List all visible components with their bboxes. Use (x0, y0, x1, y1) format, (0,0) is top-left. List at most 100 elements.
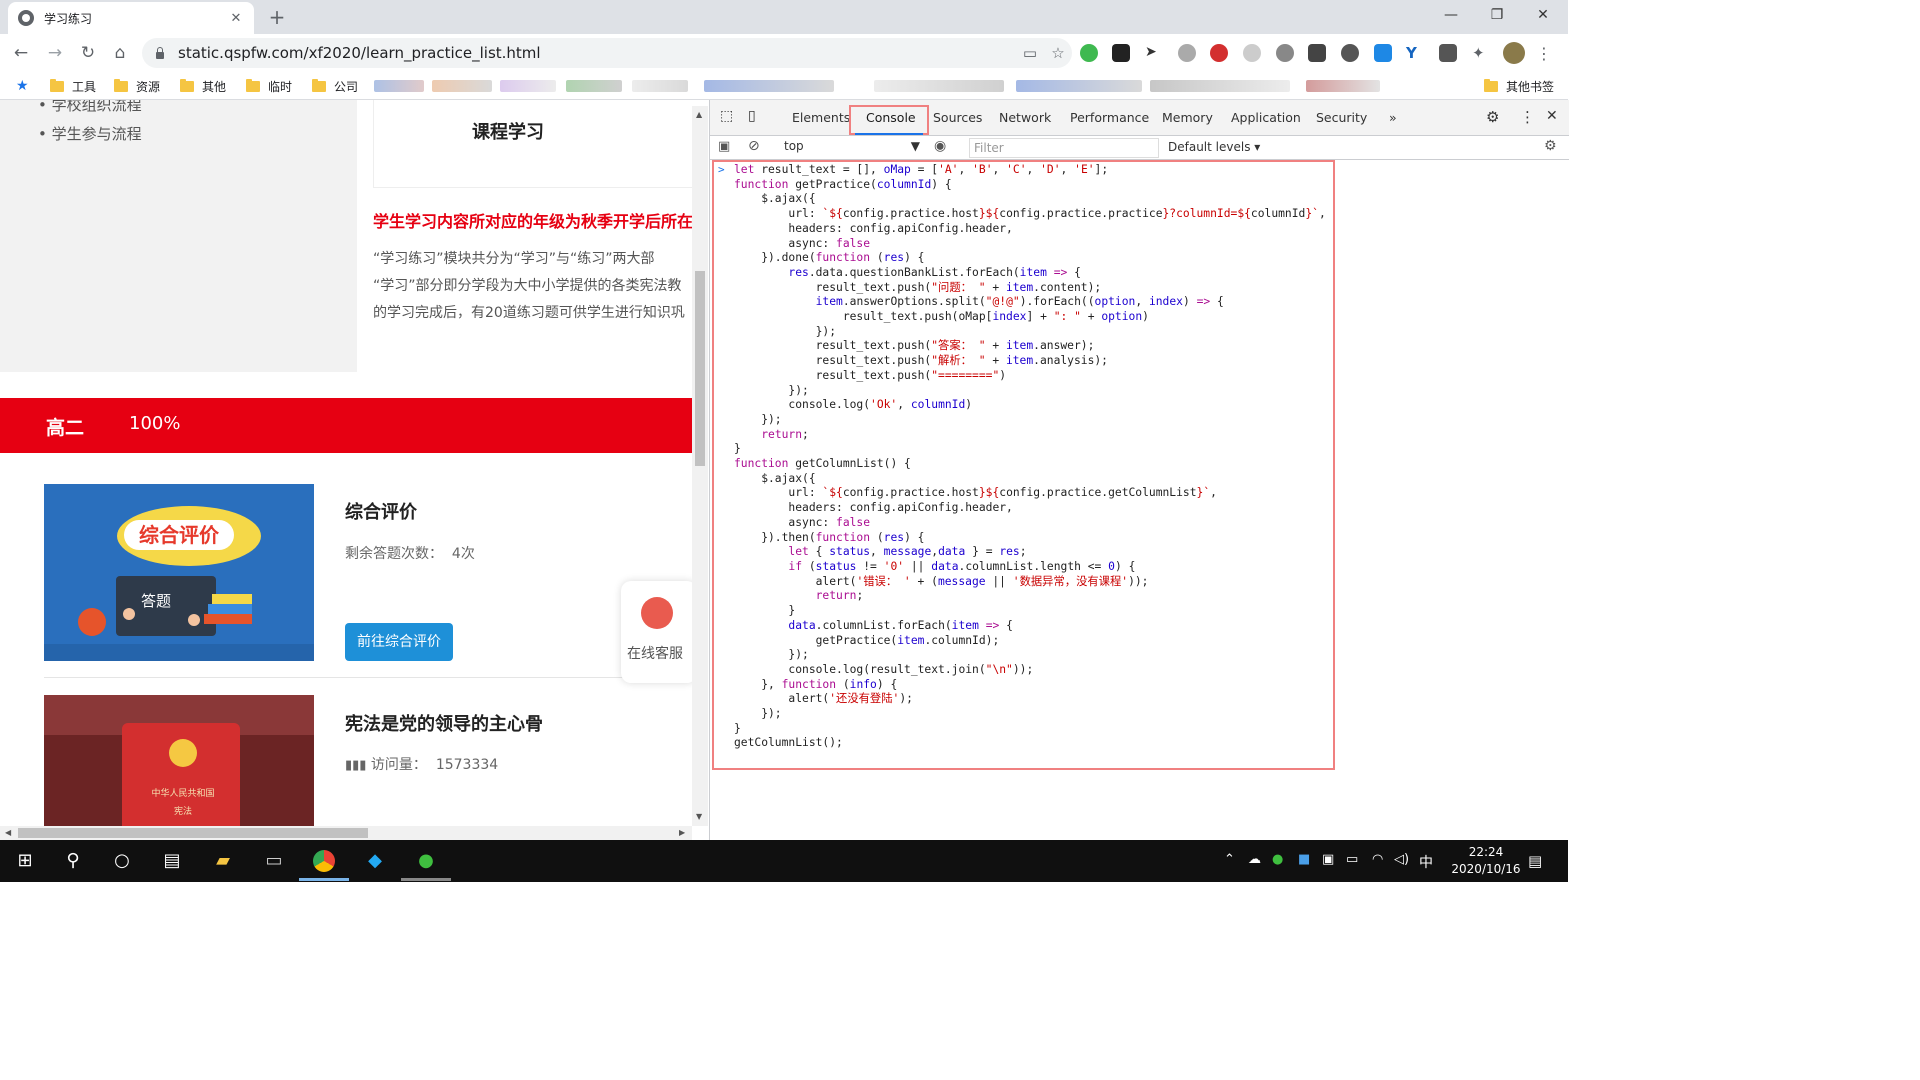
inspect-element-icon[interactable]: ⬚ (720, 108, 733, 124)
file-explorer-icon[interactable]: ▰ (210, 848, 236, 874)
scroll-down-arrow[interactable]: ▼ (696, 812, 702, 821)
more-tabs-button[interactable]: » (1389, 110, 1397, 125)
restore-button[interactable]: ❐ (1474, 0, 1520, 30)
context-selector[interactable]: top ▼ (784, 139, 920, 157)
scrollbar-thumb[interactable] (18, 828, 368, 838)
blurred-bookmark[interactable] (1016, 80, 1142, 92)
page-vertical-scrollbar[interactable]: ▲ ▼ (692, 106, 708, 826)
puzzle-extensions-icon[interactable]: ✦ (1472, 44, 1490, 62)
scroll-up-arrow[interactable]: ▲ (696, 110, 702, 119)
adblock-plus-icon[interactable] (1210, 44, 1228, 62)
tray-app-icon[interactable]: ■ (1298, 852, 1310, 867)
bookmark-folder[interactable]: 资源 (114, 77, 160, 95)
sidebar-toggle-icon[interactable]: ▣ (718, 139, 730, 154)
clear-console-icon[interactable]: ⊘ (748, 138, 760, 154)
vscode-icon[interactable]: ◆ (362, 848, 388, 874)
tab-performance[interactable]: Performance (1070, 110, 1149, 125)
tray-app-icon[interactable]: ▣ (1322, 852, 1334, 867)
wechat-tray-icon[interactable]: ● (1272, 852, 1283, 867)
address-bar[interactable]: static.qspfw.com/xf2020/learn_practice_l… (142, 38, 1072, 68)
terminal-icon[interactable]: ▭ (261, 848, 287, 874)
item-title[interactable]: 综合评价 (345, 498, 417, 524)
scrollbar-thumb[interactable] (695, 271, 705, 466)
reload-button[interactable]: ↻ (77, 42, 99, 64)
task-view-icon[interactable]: ▤ (159, 848, 185, 874)
console-filter-input[interactable]: Filter (969, 138, 1159, 158)
scroll-left-arrow[interactable]: ◀ (5, 828, 11, 837)
extension-icon[interactable] (1112, 44, 1130, 62)
item-title[interactable]: 宪法是党的领导的主心骨 (345, 710, 543, 736)
lock-icon[interactable] (154, 47, 166, 59)
device-toolbar-icon[interactable]: ▯ (748, 108, 756, 124)
qr-code-icon[interactable] (1308, 44, 1326, 62)
tab-elements[interactable]: Elements (792, 110, 850, 125)
clock[interactable]: 22:24 2020/10/16 (1446, 844, 1526, 878)
online-service-widget[interactable]: 在线客服 (621, 581, 692, 683)
blurred-bookmark[interactable] (500, 80, 556, 92)
onedrive-icon[interactable]: ☁ (1248, 852, 1261, 867)
tray-expand-icon[interactable]: ⌃ (1224, 852, 1235, 867)
bookmark-folder[interactable]: 其他 (180, 77, 226, 95)
home-button[interactable]: ⌂ (109, 42, 131, 64)
avatar[interactable] (1503, 42, 1525, 64)
chrome-icon[interactable] (311, 848, 337, 874)
menu-kebab-icon[interactable]: ⋮ (1536, 44, 1554, 63)
eye-icon[interactable]: ◉ (934, 138, 946, 154)
bookmark-folder[interactable]: 公司 (312, 77, 358, 95)
tab-network[interactable]: Network (999, 110, 1051, 125)
bookmark-folder[interactable]: 临时 (246, 77, 292, 95)
windows-start-icon[interactable]: ⊞ (12, 848, 38, 874)
extension-icon[interactable] (1341, 44, 1359, 62)
bookmark-folder[interactable]: 工具 (50, 77, 96, 95)
wifi-icon[interactable]: ◠ (1372, 852, 1383, 867)
console-code[interactable]: let result_text = [], oMap = ['A', 'B', … (734, 163, 1326, 751)
wechat-icon[interactable]: ● (413, 848, 439, 874)
go-evaluation-button[interactable]: 前往综合评价 (345, 623, 453, 661)
page-horizontal-scrollbar[interactable]: ◀ ▶ (0, 826, 692, 840)
blurred-bookmark[interactable] (874, 80, 1004, 92)
settings-gear-icon[interactable]: ⚙ (1486, 108, 1499, 126)
scroll-right-arrow[interactable]: ▶ (679, 828, 685, 837)
tab-application[interactable]: Application (1231, 110, 1301, 125)
tab-sources[interactable]: Sources (933, 110, 982, 125)
forward-button[interactable]: → (44, 42, 66, 64)
blurred-bookmark[interactable] (1306, 80, 1380, 92)
extension-icon[interactable] (1276, 44, 1294, 62)
blurred-bookmark[interactable] (566, 80, 622, 92)
bookmark-star-icon[interactable]: ☆ (1044, 44, 1072, 62)
notification-center-icon[interactable]: ▤ (1528, 852, 1542, 870)
search-icon[interactable]: ⚲ (60, 848, 86, 874)
cortana-icon[interactable]: ○ (109, 848, 135, 874)
tab-learn-practice[interactable]: 学习练习 ✕ (8, 2, 254, 34)
tab-security[interactable]: Security (1316, 110, 1367, 125)
extension-icon[interactable] (1080, 44, 1098, 62)
blurred-bookmark[interactable] (1150, 80, 1290, 92)
sidebar-item-student-process[interactable]: • 学生参与流程 (38, 123, 142, 144)
close-tab-icon[interactable]: ✕ (228, 11, 244, 26)
tab-memory[interactable]: Memory (1162, 110, 1213, 125)
blurred-bookmark[interactable] (704, 80, 834, 92)
bookmark-star-icon[interactable]: ★ (16, 77, 29, 95)
cast-icon[interactable]: ▭ (1016, 44, 1044, 62)
console-settings-gear-icon[interactable]: ⚙ (1544, 138, 1557, 154)
send-extension-icon[interactable]: ➤ (1145, 44, 1163, 62)
close-window-button[interactable]: ✕ (1520, 0, 1566, 30)
battery-icon[interactable]: ▭ (1346, 852, 1358, 867)
blurred-bookmark[interactable] (632, 80, 688, 92)
extension-icon[interactable] (1178, 44, 1196, 62)
minimize-button[interactable]: — (1428, 0, 1474, 30)
ime-indicator[interactable]: 中 (1419, 852, 1433, 872)
blurred-bookmark[interactable] (374, 80, 424, 92)
back-button[interactable]: ← (10, 42, 32, 64)
menu-kebab-icon[interactable]: ⋮ (1520, 108, 1535, 126)
constitution-thumbnail[interactable]: 中华人民共和国 宪法 (44, 695, 314, 826)
sidebar-item-school-process[interactable]: • 学校组织流程 (38, 100, 142, 115)
log-levels-dropdown[interactable]: Default levels ▾ (1168, 140, 1260, 154)
new-tab-button[interactable]: + (266, 6, 288, 28)
other-bookmarks-folder[interactable]: 其他书签 (1484, 77, 1554, 95)
volume-icon[interactable]: ◁) (1394, 852, 1409, 867)
extension-icon[interactable] (1243, 44, 1261, 62)
comprehensive-evaluation-thumbnail[interactable]: 综合评价 答题 (44, 484, 314, 661)
close-devtools-icon[interactable]: ✕ (1546, 108, 1558, 124)
extension-icon[interactable] (1439, 44, 1457, 62)
